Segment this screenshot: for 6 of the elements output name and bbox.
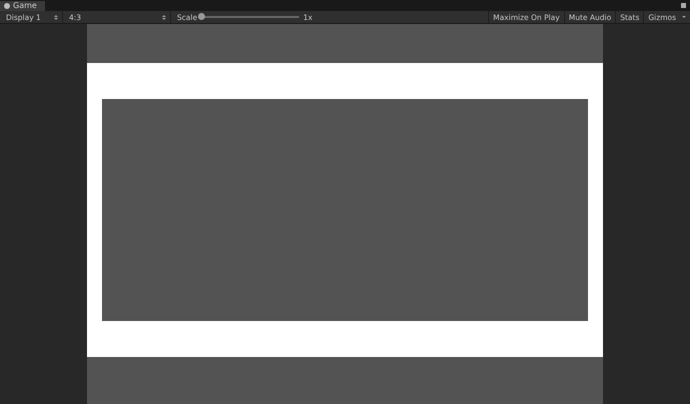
caret-icon <box>682 16 686 18</box>
up-down-arrows-icon <box>162 14 166 20</box>
slider-thumb[interactable] <box>198 13 206 20</box>
up-down-arrows-icon <box>54 14 58 20</box>
game-icon <box>4 3 10 9</box>
game-tab[interactable]: Game <box>0 1 45 11</box>
